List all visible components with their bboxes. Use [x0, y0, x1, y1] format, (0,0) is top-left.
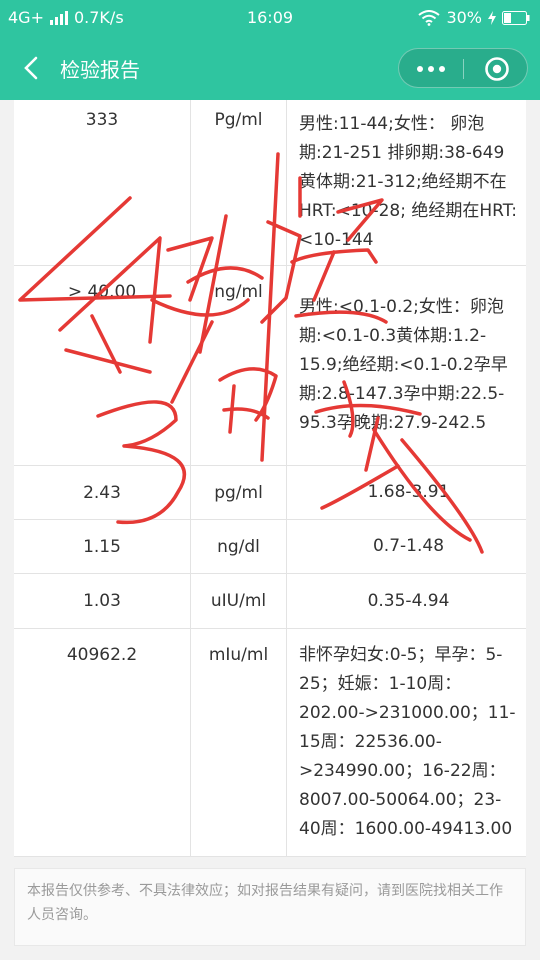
charging-icon	[488, 10, 496, 25]
table-row: 1.15 ng/dl 0.7-1.48	[14, 520, 526, 574]
result-unit: mIu/ml	[190, 629, 286, 856]
reference-range: 男性:<0.1-0.2;女性：卵泡期:<0.1-0.3黄体期:1.2-15.9;…	[286, 266, 526, 465]
reference-range: 0.35-4.94	[286, 574, 526, 628]
table-row: 2.43 pg/ml 1.68-3.91	[14, 466, 526, 520]
battery-icon	[502, 10, 530, 25]
result-value: 1.03	[83, 591, 121, 611]
page-title: 检验报告	[60, 58, 140, 82]
back-arrow-icon	[24, 56, 38, 80]
reference-range: 0.7-1.48	[286, 520, 526, 573]
close-circle-icon	[485, 57, 509, 81]
reference-range: 男性:11-44;女性： 卵泡期:21-251 排卵期:38-649 黄体期:2…	[286, 100, 526, 265]
results-table: 333 Pg/ml 男性:11-44;女性： 卵泡期:21-251 排卵期:38…	[14, 100, 526, 857]
result-value: 1.15	[83, 536, 121, 557]
table-row: 1.03 uIU/ml 0.35-4.94	[14, 574, 526, 629]
result-value: 333	[85, 110, 119, 130]
more-button[interactable]	[399, 49, 463, 89]
more-dots-icon	[417, 66, 423, 72]
reference-range: 1.68-3.91	[286, 466, 526, 519]
capsule-divider	[463, 59, 464, 79]
result-unit: ng/dl	[190, 520, 286, 573]
table-row: 333 Pg/ml 男性:11-44;女性： 卵泡期:21-251 排卵期:38…	[14, 100, 526, 266]
result-unit: pg/ml	[190, 466, 286, 519]
close-button[interactable]	[465, 49, 529, 89]
table-row: > 40.00 ng/ml 男性:<0.1-0.2;女性：卵泡期:<0.1-0.…	[14, 266, 526, 466]
result-unit: ng/ml	[190, 266, 286, 465]
result-value: 2.43	[83, 482, 121, 503]
disclaimer: 本报告仅供参考、不具法律效应；如对报告结果有疑问，请到医院找相关工作人员咨询。	[14, 868, 526, 946]
table-row: 40962.2 mIu/ml 非怀孕妇女:0-5；早孕：5-25；妊娠：1-10…	[14, 629, 526, 857]
status-bar: 4G+ 0.7K/s 16:09 30%	[0, 0, 540, 36]
reference-range: 非怀孕妇女:0-5；早孕：5-25；妊娠：1-10周：202.00->23100…	[286, 629, 526, 856]
battery-percent: 30%	[446, 8, 482, 27]
back-button[interactable]	[14, 50, 50, 86]
status-right: 30%	[418, 8, 530, 27]
wifi-icon	[418, 9, 441, 26]
result-value: > 40.00	[67, 282, 137, 302]
result-unit: Pg/ml	[190, 100, 286, 265]
nav-bar: 检验报告	[0, 36, 540, 100]
mini-program-capsule	[398, 48, 528, 88]
result-unit: uIU/ml	[190, 574, 286, 628]
result-value: 40962.2	[66, 645, 138, 665]
